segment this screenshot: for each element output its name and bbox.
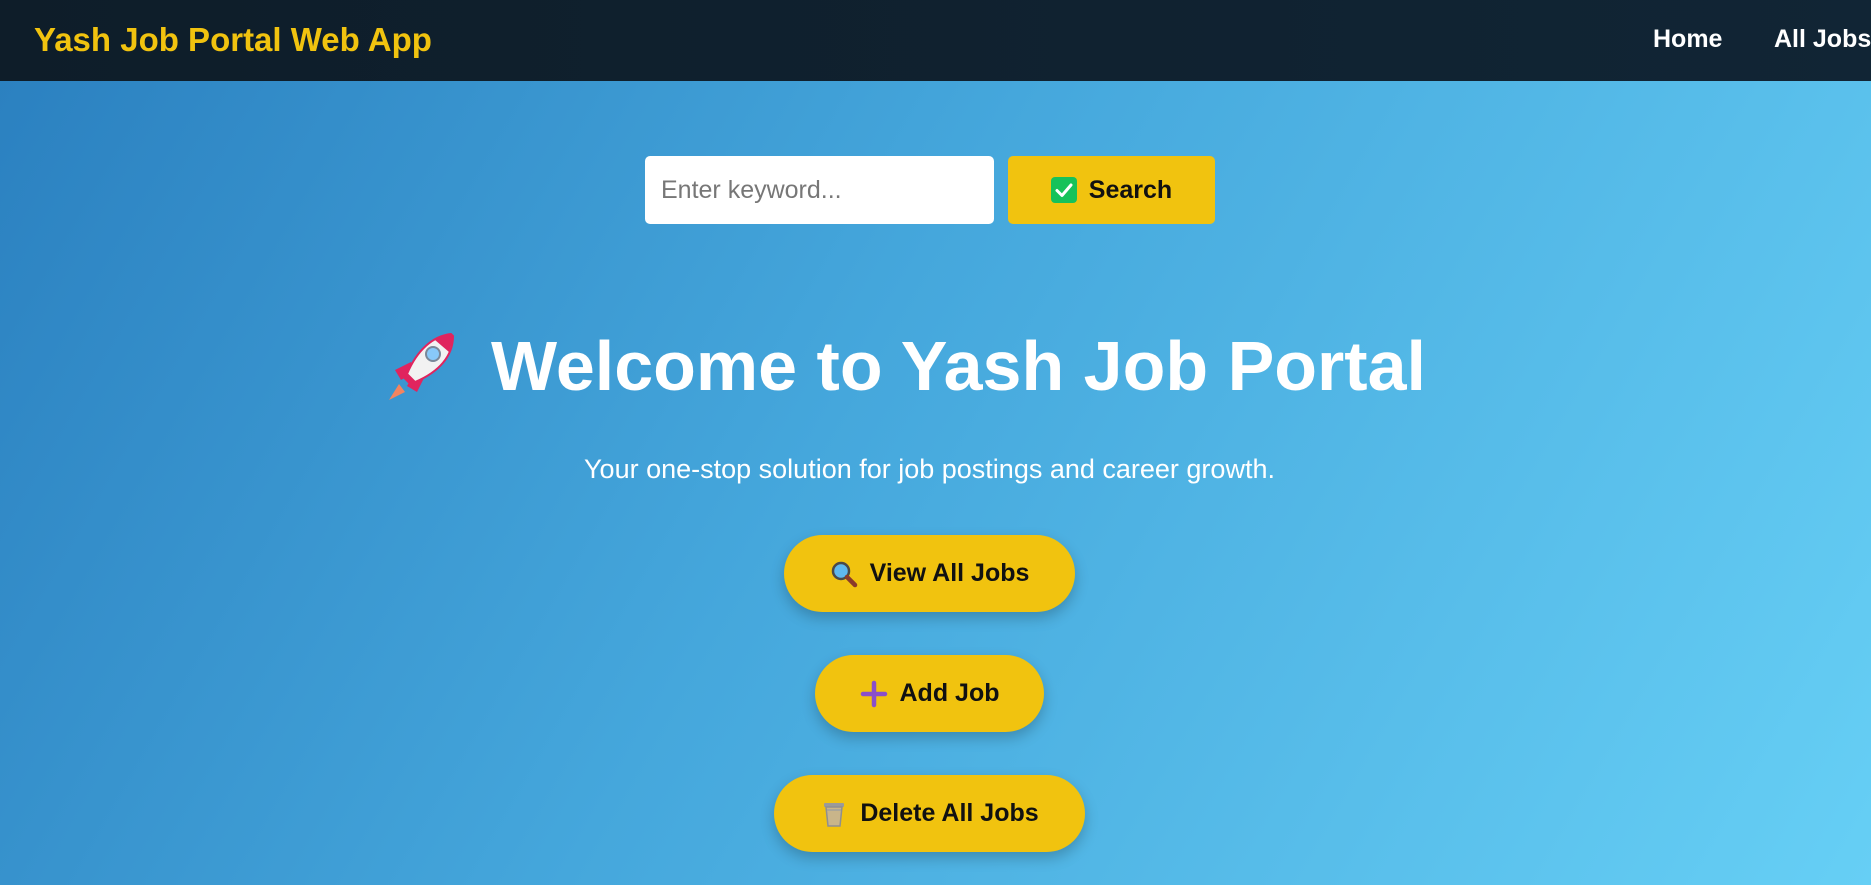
- view-all-jobs-label: View All Jobs: [869, 559, 1030, 587]
- add-job-label: Add Job: [899, 679, 1000, 707]
- hero-title-text: Welcome to Yash Job Portal: [491, 327, 1426, 405]
- magnifier-icon: [830, 560, 858, 588]
- check-mark-icon: [1050, 177, 1077, 203]
- navbar: Yash Job Portal Web App Home All Jobs: [0, 0, 1871, 81]
- rocket-icon: [381, 326, 461, 406]
- hero-title: Welcome to Yash Job Portal: [0, 323, 1871, 425]
- search-button-label: Search: [1088, 175, 1173, 204]
- plus-icon: [860, 680, 888, 708]
- search-button[interactable]: Search: [1008, 156, 1215, 224]
- add-job-button[interactable]: Add Job: [815, 655, 1044, 732]
- delete-all-jobs-button[interactable]: Delete All Jobs: [774, 775, 1085, 852]
- brand-logo-text[interactable]: Yash Job Portal Web App: [34, 20, 432, 60]
- hero-subtitle: Your one-stop solution for job postings …: [584, 454, 1275, 484]
- nav-link-home[interactable]: Home: [1653, 23, 1722, 55]
- view-all-jobs-button[interactable]: View All Jobs: [784, 535, 1075, 612]
- wastebasket-icon: [820, 800, 848, 828]
- delete-all-jobs-label: Delete All Jobs: [860, 799, 1039, 827]
- nav-link-all-jobs[interactable]: All Jobs: [1774, 23, 1871, 55]
- search-input[interactable]: [645, 156, 994, 224]
